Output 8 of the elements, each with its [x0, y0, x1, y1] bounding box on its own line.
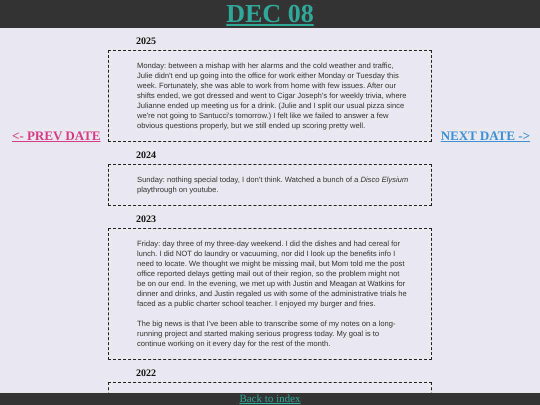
year-heading: 2024 — [136, 150, 157, 162]
year-heading: 2023 — [136, 214, 157, 226]
year-heading: 2025 — [136, 36, 157, 48]
back-to-index-link[interactable]: Back to index — [239, 394, 301, 404]
next-date-link[interactable]: NEXT DATE -> — [440, 129, 530, 142]
prev-date-link[interactable]: <- PREV DATE — [12, 129, 101, 142]
page-title[interactable]: DEC 08 — [226, 1, 314, 27]
year-heading: 2022 — [136, 368, 157, 380]
